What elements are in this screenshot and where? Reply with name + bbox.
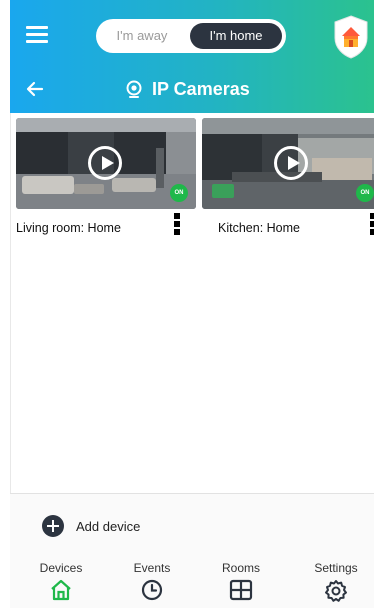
camera-thumbnail[interactable]: ON bbox=[202, 118, 374, 209]
add-device-label: Add device bbox=[76, 518, 141, 534]
camera-name-label: Kitchen: Home bbox=[218, 221, 300, 235]
nav-devices[interactable]: Devices bbox=[26, 561, 96, 608]
home-icon bbox=[51, 579, 71, 601]
camera-card-kitchen[interactable]: ON Kitchen: Home bbox=[202, 118, 374, 243]
bottom-panel: Add device Devices Events Rooms Settings bbox=[10, 493, 374, 608]
play-button-icon[interactable] bbox=[88, 146, 122, 180]
status-on-badge: ON bbox=[356, 184, 374, 202]
nav-label: Rooms bbox=[221, 561, 260, 575]
page-title: IP Cameras bbox=[152, 78, 250, 99]
camera-card-living-room[interactable]: ON Living room: Home bbox=[16, 118, 196, 243]
add-device-button[interactable]: Add device bbox=[42, 515, 140, 537]
page-title-wrap: IP Cameras bbox=[125, 77, 250, 101]
nav-events[interactable]: Events bbox=[117, 561, 187, 608]
mode-away-option[interactable]: I'm away bbox=[96, 19, 188, 53]
nav-rooms[interactable]: Rooms bbox=[206, 561, 276, 608]
clock-icon bbox=[141, 579, 163, 601]
camera-thumbnail[interactable]: ON bbox=[16, 118, 196, 209]
nav-settings[interactable]: Settings bbox=[301, 561, 371, 608]
mode-toggle[interactable]: I'm away I'm home bbox=[96, 19, 286, 53]
grid-icon bbox=[229, 579, 253, 601]
status-on-badge: ON bbox=[170, 184, 188, 202]
camera-name-label: Living room: Home bbox=[16, 221, 121, 235]
nav-label: Settings bbox=[314, 561, 358, 575]
app-logo-shield-icon bbox=[333, 14, 369, 60]
nav-label: Devices bbox=[39, 561, 83, 575]
back-arrow-icon[interactable] bbox=[24, 78, 46, 100]
gear-icon bbox=[325, 580, 347, 602]
plus-circle-icon bbox=[42, 515, 64, 537]
more-options-icon[interactable] bbox=[173, 213, 181, 237]
app-header: I'm away I'm home IP Cameras bbox=[10, 0, 374, 113]
app-screen: I'm away I'm home IP Cameras ON Living r… bbox=[10, 0, 374, 608]
webcam-icon bbox=[126, 80, 142, 98]
play-button-icon[interactable] bbox=[274, 146, 308, 180]
mode-home-option[interactable]: I'm home bbox=[190, 23, 282, 49]
more-options-icon[interactable] bbox=[369, 213, 374, 237]
nav-label: Events bbox=[133, 561, 171, 575]
hamburger-menu-icon[interactable] bbox=[26, 26, 48, 46]
